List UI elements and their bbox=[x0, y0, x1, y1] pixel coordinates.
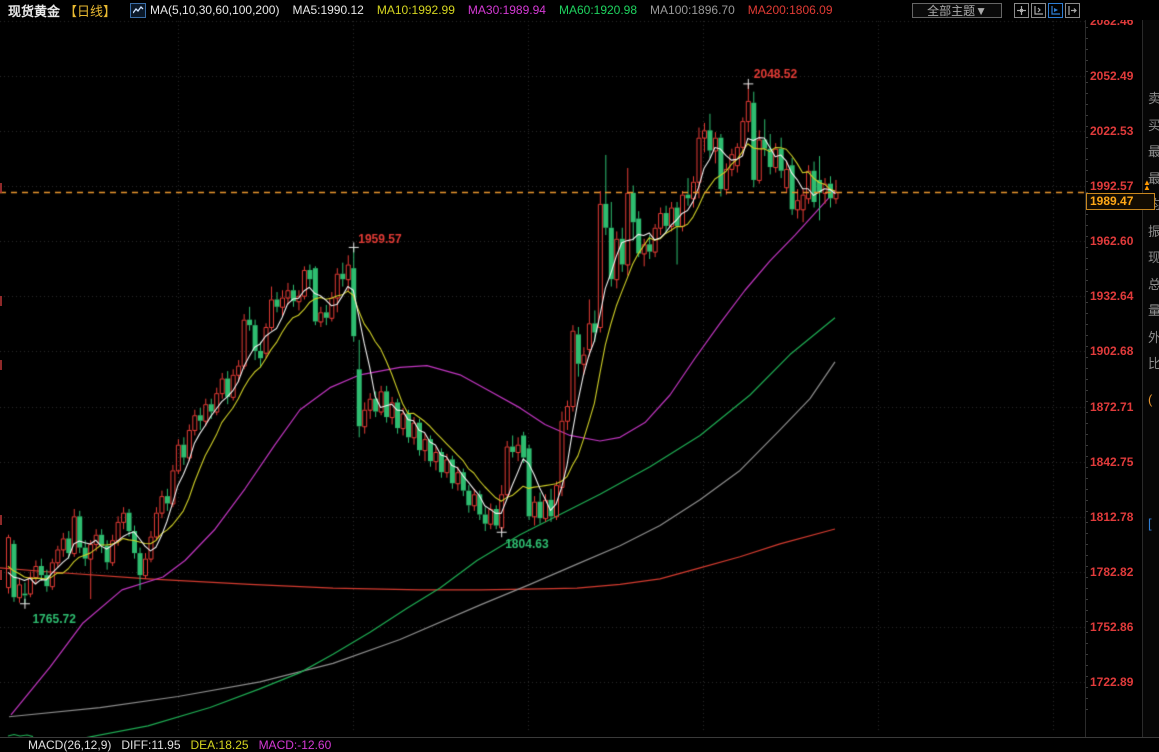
clipped-quote-label: 买 bbox=[1148, 115, 1159, 134]
y-axis-label: 1962.60 bbox=[1090, 234, 1133, 248]
symbol-title: 现货黄金 bbox=[8, 1, 60, 20]
candlestick-chart-icon bbox=[130, 3, 146, 18]
y-axis-label: 1932.64 bbox=[1090, 289, 1133, 303]
clipped-quote-fragment: ( bbox=[1148, 392, 1152, 407]
candlestick-chart[interactable] bbox=[0, 0, 1085, 737]
clipped-quote-label: 卖 bbox=[1148, 88, 1159, 107]
current-price-tag: 1989.47 bbox=[1086, 193, 1155, 210]
ma200-value: MA200:1806.09 bbox=[748, 3, 833, 17]
y-axis-ticks bbox=[1086, 16, 1088, 716]
clipped-quote-label: 比 bbox=[1148, 353, 1159, 372]
y-axis-label: 1752.86 bbox=[1090, 620, 1133, 634]
y-axis-label: 1812.78 bbox=[1090, 510, 1133, 524]
clipped-quote-fragment: [ bbox=[1148, 516, 1152, 531]
ma5-value: MA5:1990.12 bbox=[292, 3, 363, 17]
y-axis-panel[interactable]: 2082.462052.492022.531992.571962.601932.… bbox=[1085, 0, 1142, 737]
clipped-left-axis-fragment bbox=[0, 515, 2, 525]
chart-header-bar: 现货黄金 【日线】 MA(5,10,30,60,100,200) MA5:199… bbox=[0, 0, 1159, 20]
clipped-left-axis-fragment bbox=[0, 296, 2, 306]
price-up-arrow-icon: ▲▲ bbox=[1143, 181, 1151, 191]
y-axis-label: 1722.89 bbox=[1090, 675, 1133, 689]
macd-label: MACD(26,12,9) bbox=[28, 738, 111, 752]
macd-macd-value: MACD:-12.60 bbox=[259, 738, 332, 752]
y-axis-label: 2052.49 bbox=[1090, 69, 1133, 83]
y-axis-label: 1902.68 bbox=[1090, 344, 1133, 358]
macd-diff-value: DIFF:11.95 bbox=[121, 738, 180, 752]
macd-indicator-bar[interactable]: MACD(26,12,9) DIFF:11.95 DEA:18.25 MACD:… bbox=[0, 737, 1159, 752]
clipped-left-axis-fragment bbox=[0, 570, 2, 580]
pan-icon[interactable] bbox=[1014, 3, 1029, 18]
ma100-value: MA100:1896.70 bbox=[650, 3, 735, 17]
chart-toolbar bbox=[1014, 3, 1082, 18]
clipped-quote-label: 量 bbox=[1148, 300, 1159, 319]
y-axis-label: 1842.75 bbox=[1090, 455, 1133, 469]
clipped-quote-label: 现 bbox=[1148, 247, 1159, 266]
clipped-quote-label: 总 bbox=[1148, 274, 1159, 293]
left-axis-scale-icon[interactable] bbox=[1031, 3, 1046, 18]
ma10-value: MA10:1992.99 bbox=[377, 3, 455, 17]
clipped-left-axis-fragment bbox=[0, 183, 2, 193]
clipped-quote-panel: 卖买最最均振现总量外比([ bbox=[1142, 0, 1159, 737]
period-label: 【日线】 bbox=[64, 1, 116, 20]
ma60-value: MA60:1920.98 bbox=[559, 3, 637, 17]
macd-dea-value: DEA:18.25 bbox=[191, 738, 249, 752]
y-axis-label: 1782.82 bbox=[1090, 565, 1133, 579]
y-axis-label: 1992.57 bbox=[1090, 179, 1133, 193]
clipped-quote-label: 外 bbox=[1148, 327, 1159, 346]
y-axis-label: 1872.71 bbox=[1090, 400, 1133, 414]
clipped-quote-label: 振 bbox=[1148, 221, 1159, 240]
ma-group-label: MA(5,10,30,60,100,200) bbox=[150, 3, 279, 17]
clipped-left-axis-fragment bbox=[0, 360, 2, 370]
pane-expand-icon[interactable] bbox=[1065, 3, 1080, 18]
ma30-value: MA30:1989.94 bbox=[468, 3, 546, 17]
clipped-quote-label: 最 bbox=[1148, 141, 1159, 160]
right-axis-scale-icon[interactable] bbox=[1048, 3, 1063, 18]
trading-app: { "header": { "title": "现货黄金", "period":… bbox=[0, 0, 1159, 751]
y-axis-label: 2022.53 bbox=[1090, 124, 1133, 138]
all-themes-dropdown-button[interactable]: 全部主题▼ bbox=[912, 3, 1002, 18]
